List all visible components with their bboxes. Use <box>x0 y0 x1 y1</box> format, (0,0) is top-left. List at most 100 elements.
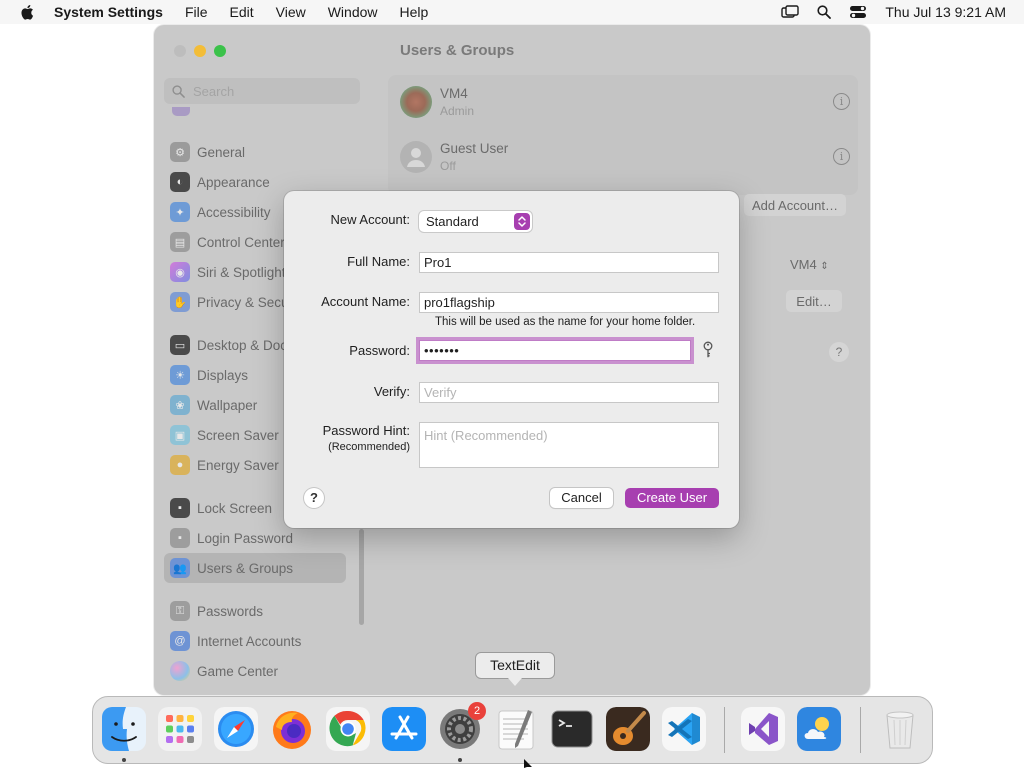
sidebar-item-general[interactable]: ⚙ General <box>154 137 366 167</box>
person-icon <box>407 148 425 167</box>
sidebar-item-label: Internet Accounts <box>197 633 302 649</box>
key-icon: ⚿ <box>170 601 190 621</box>
sidebar-item-internet-accounts[interactable]: @ Internet Accounts <box>154 626 366 656</box>
menu-app-name[interactable]: System Settings <box>54 4 163 20</box>
sidebar-item-label: General <box>197 144 246 160</box>
running-indicator <box>122 758 126 762</box>
dock-separator <box>724 707 725 753</box>
account-name-field[interactable] <box>419 292 719 313</box>
sidebar-scrollbar[interactable] <box>359 529 364 625</box>
sidebar-group-4: ⚿ Passwords @ Internet Accounts Game Cente… <box>154 596 366 686</box>
dock-weather[interactable] <box>797 707 841 751</box>
lock-icon: ▪ <box>170 498 190 518</box>
sidebar-item-users-groups[interactable]: 👥 Users & Groups <box>164 553 346 583</box>
gear-icon: ⚙ <box>170 142 190 162</box>
create-user-button[interactable]: Create User <box>625 488 719 508</box>
dock <box>92 696 933 764</box>
password-hint-sublabel: (Recommended) <box>328 441 410 453</box>
control-center-icon[interactable] <box>849 5 867 19</box>
sun-icon: ☀ <box>170 365 190 385</box>
menu-file[interactable]: File <box>185 4 208 20</box>
dock-firefox[interactable] <box>270 707 314 751</box>
trash-icon <box>886 711 914 749</box>
edit-button[interactable]: Edit… <box>786 290 842 312</box>
dock-launchpad[interactable] <box>158 707 202 751</box>
dock-vscode[interactable] <box>662 707 706 751</box>
sidebar-item-passwords[interactable]: ⚿ Passwords <box>154 596 366 626</box>
sidebar-item-label: Login Password <box>197 530 294 546</box>
spotlight-search-icon[interactable] <box>817 5 832 19</box>
guest-avatar <box>400 141 432 173</box>
info-icon[interactable]: i <box>833 93 850 110</box>
sidebar-item-label: Energy Saver <box>197 457 279 473</box>
dock-chrome[interactable] <box>326 707 370 751</box>
info-icon[interactable]: i <box>833 148 850 165</box>
full-name-field[interactable] <box>419 252 719 273</box>
dock-finder[interactable] <box>102 707 146 751</box>
at-icon: @ <box>170 631 190 651</box>
menu-edit[interactable]: Edit <box>230 4 254 20</box>
sidebar-item-game-center[interactable]: Game Center <box>154 656 366 686</box>
sheet-help-button[interactable]: ? <box>304 488 324 508</box>
wallpaper-icon: ❀ <box>170 395 190 415</box>
user-name: Guest User <box>440 141 509 156</box>
finder-icon <box>102 707 146 751</box>
verify-field[interactable] <box>419 382 719 403</box>
dock-trash[interactable] <box>878 707 922 751</box>
app-store-icon <box>382 707 426 751</box>
sidebar-search[interactable]: Search <box>164 78 360 104</box>
textedit-icon <box>498 710 534 750</box>
screen-mirroring-icon[interactable] <box>781 5 800 19</box>
password-hint-field[interactable] <box>419 422 719 468</box>
dock-textedit[interactable] <box>494 707 538 751</box>
password-label: Password: <box>349 343 410 358</box>
accessibility-icon: ✦ <box>170 202 190 222</box>
user-role: Off <box>440 159 456 173</box>
search-icon <box>172 84 185 98</box>
dock-separator <box>860 707 861 753</box>
apple-logo-icon[interactable] <box>20 4 34 20</box>
visual-studio-icon <box>741 707 785 751</box>
mouse-pointer-icon <box>524 759 532 768</box>
account-name-help-text: This will be used as the name for your h… <box>435 316 696 328</box>
dock-safari[interactable] <box>214 707 258 751</box>
sidebar-item-label: Users & Groups <box>197 560 294 576</box>
dock-visual-studio[interactable] <box>741 707 785 751</box>
account-type-select[interactable]: Standard <box>419 211 532 232</box>
dock-tooltip: TextEdit <box>475 652 555 679</box>
user-row-guest[interactable]: Guest User Off i <box>400 135 850 179</box>
dock-garageband[interactable] <box>606 707 650 751</box>
password-field[interactable] <box>419 340 691 361</box>
dock-app-store[interactable] <box>382 707 426 751</box>
hand-icon: ✋ <box>170 292 190 312</box>
game-center-icon <box>170 661 190 681</box>
dock-terminal[interactable] <box>550 707 594 751</box>
account-name-label: Account Name: <box>321 294 410 309</box>
menu-help[interactable]: Help <box>400 4 429 20</box>
verify-label: Verify: <box>373 384 410 399</box>
vscode-icon <box>662 707 706 751</box>
user-row-vm4[interactable]: VM4 Admin i <box>400 80 850 124</box>
user-name: VM4 <box>440 86 468 101</box>
screen-saver-icon: ▣ <box>170 425 190 445</box>
user-role: Admin <box>440 104 475 118</box>
password-assistant-key-icon[interactable] <box>702 341 714 359</box>
pane-help-button[interactable]: ? <box>829 342 849 362</box>
dock-icon: ▭ <box>170 335 190 355</box>
sidebar-item-label: Displays <box>197 367 249 383</box>
menu-window[interactable]: Window <box>328 4 378 20</box>
running-indicator <box>458 758 462 762</box>
auto-login-popup[interactable]: VM4 ⇕ <box>790 257 829 272</box>
menu-clock[interactable]: Thu Jul 13 9:21 AM <box>885 4 1006 20</box>
menu-bar-extras: Thu Jul 13 9:21 AM <box>781 0 1006 24</box>
chrome-icon <box>326 707 370 751</box>
account-type-value: Standard <box>426 214 479 229</box>
appearance-icon: ◐ <box>170 172 190 192</box>
firefox-icon <box>273 711 311 749</box>
weather-icon <box>797 707 841 751</box>
menu-view[interactable]: View <box>276 4 306 20</box>
add-account-button[interactable]: Add Account… <box>744 194 846 216</box>
clipped-sidebar-icon <box>172 107 190 116</box>
cancel-button[interactable]: Cancel <box>550 488 613 508</box>
chevron-updown-icon <box>514 213 530 230</box>
